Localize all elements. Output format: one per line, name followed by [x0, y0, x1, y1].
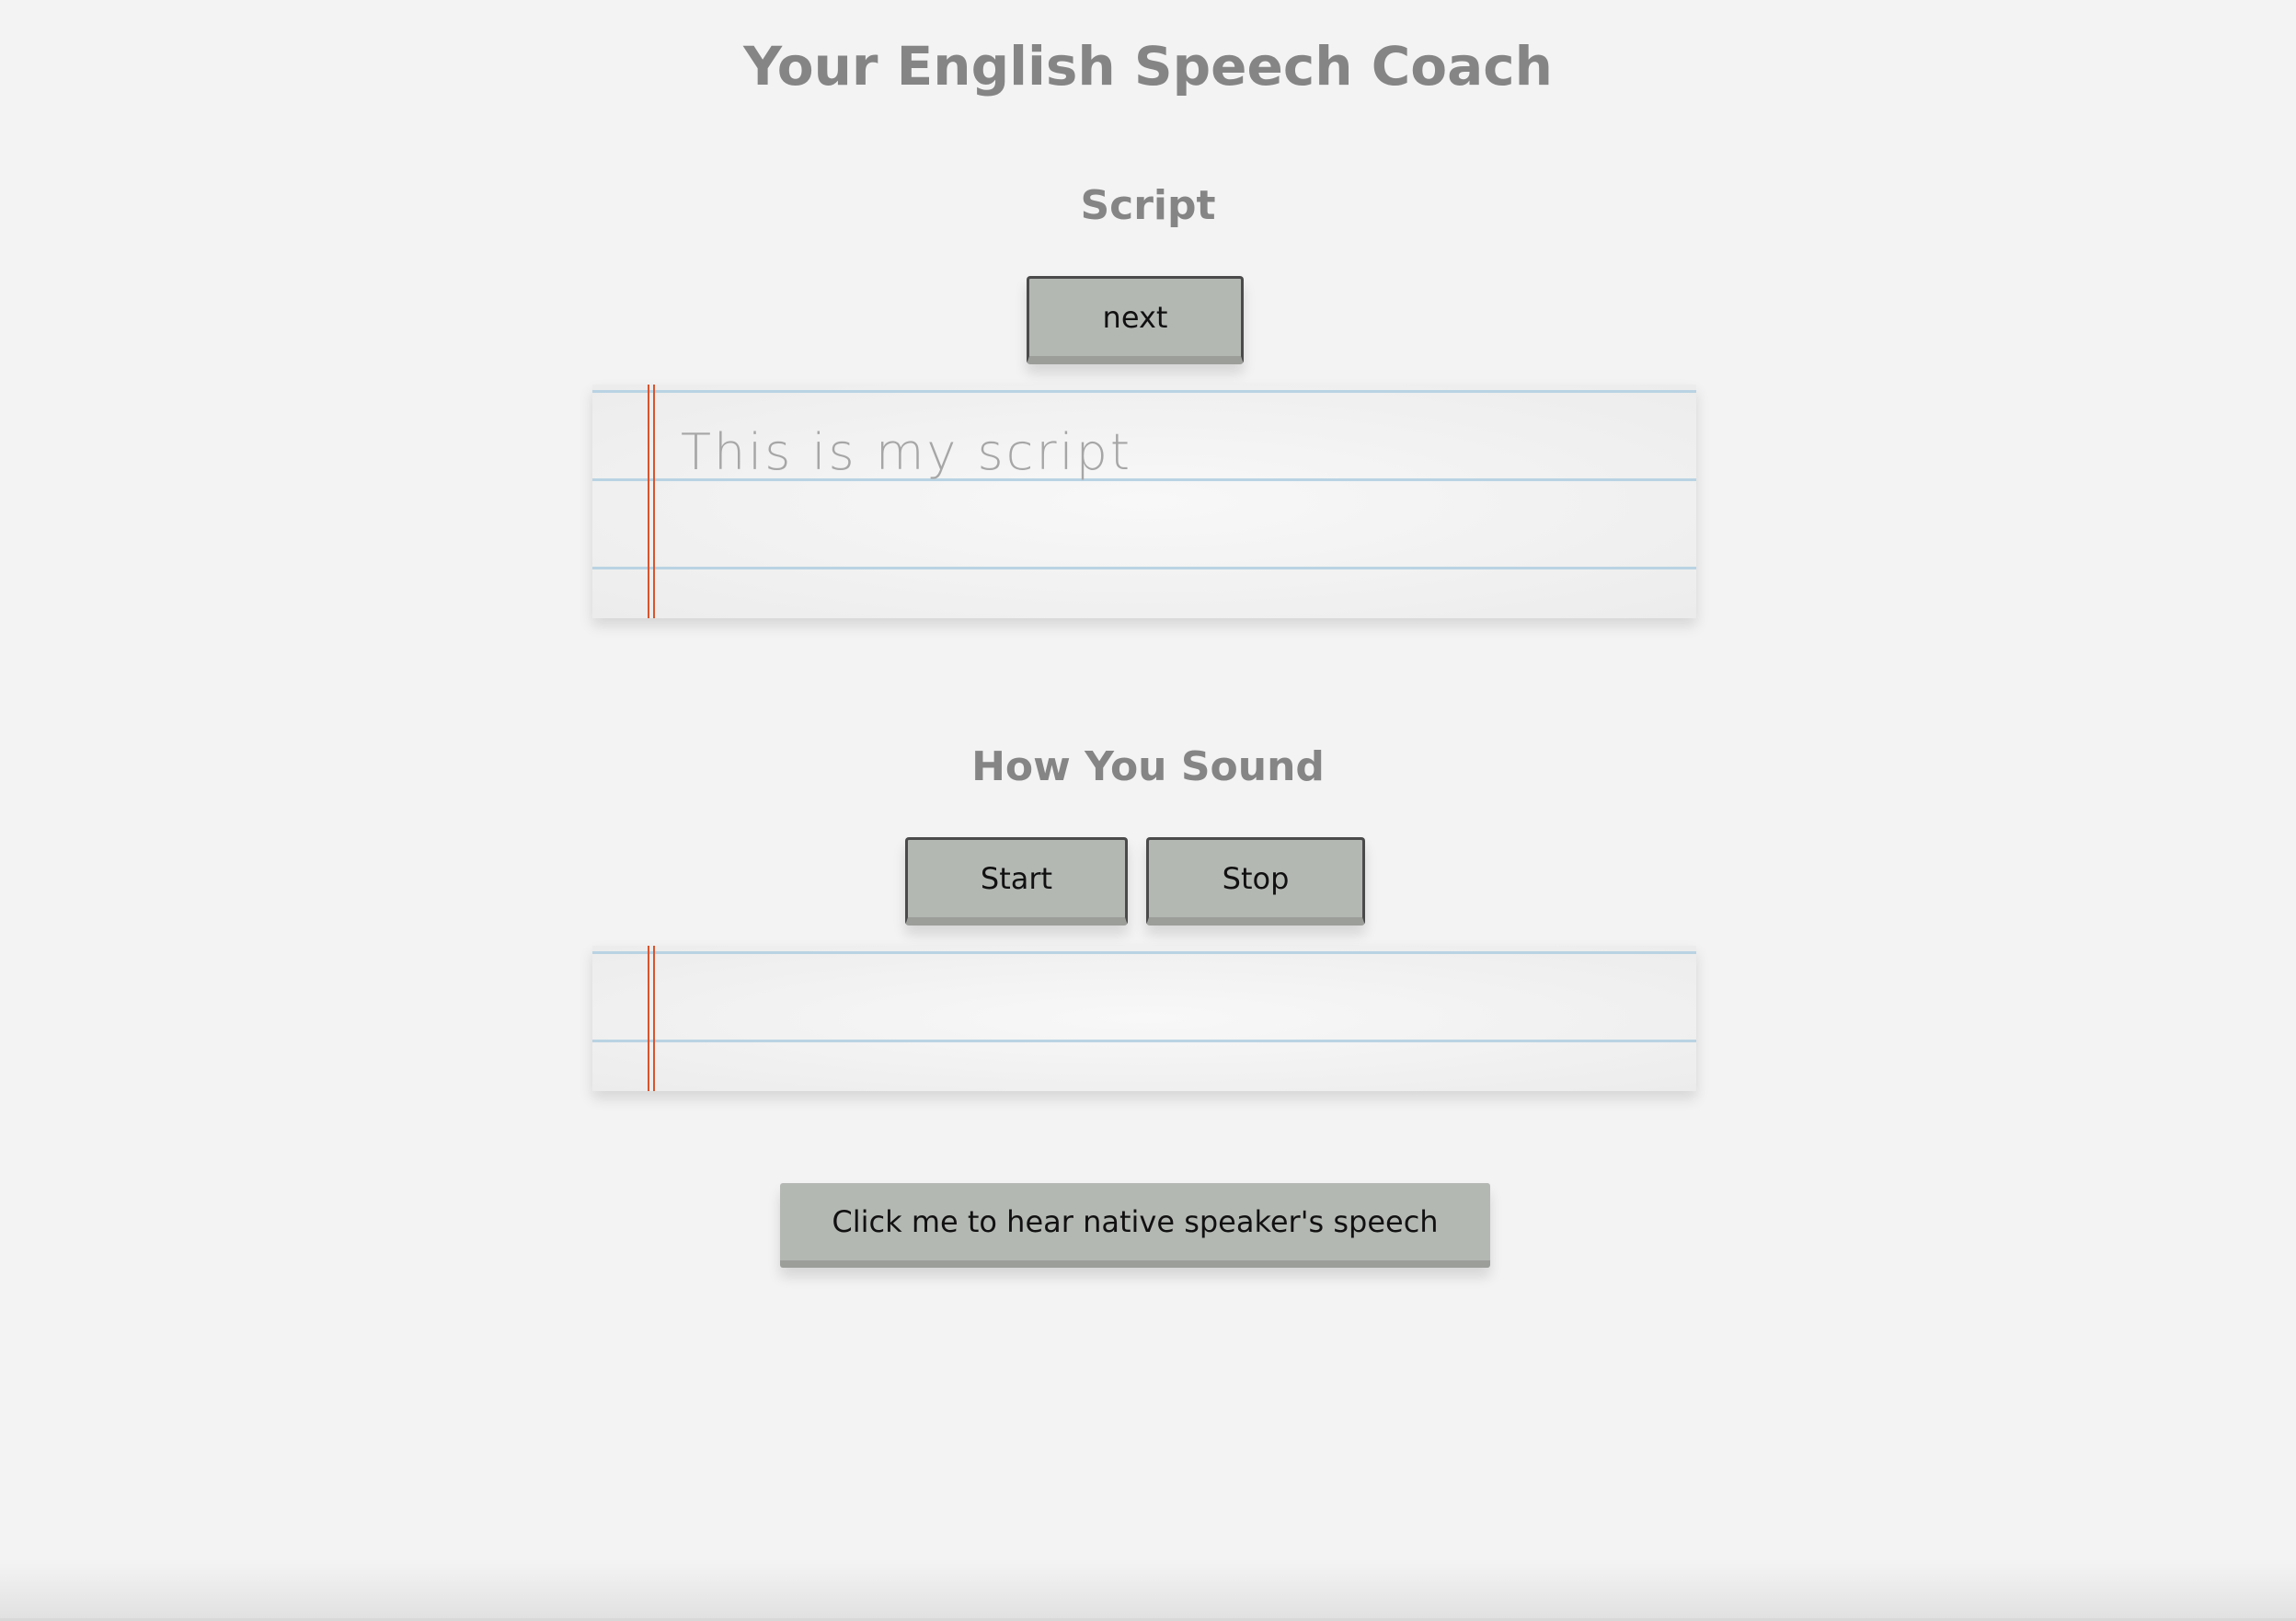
paper-margin-line: [653, 385, 655, 618]
next-button[interactable]: next: [1027, 276, 1244, 364]
paper-rule: [592, 1040, 1696, 1042]
paper-rule: [592, 567, 1696, 569]
paper-margin-line: [648, 946, 649, 1091]
hear-native-speech-button[interactable]: Click me to hear native speaker's speech: [780, 1183, 1490, 1268]
script-text: This is my script: [681, 423, 1133, 481]
script-heading: Script: [1080, 182, 1216, 229]
paper-margin-line: [653, 946, 655, 1091]
stop-button[interactable]: Stop: [1146, 837, 1365, 925]
start-button[interactable]: Start: [905, 837, 1128, 925]
transcript-paper: [592, 946, 1696, 1091]
sound-heading: How You Sound: [971, 743, 1325, 790]
bottom-edge: [0, 1563, 2296, 1621]
script-paper: This is my script: [592, 385, 1696, 618]
page-title: Your English Speech Coach: [743, 35, 1553, 98]
page: Your English Speech Coach Script next Th…: [0, 0, 2296, 1621]
paper-rule: [592, 951, 1696, 954]
paper-margin-line: [648, 385, 649, 618]
paper-rule: [592, 390, 1696, 393]
